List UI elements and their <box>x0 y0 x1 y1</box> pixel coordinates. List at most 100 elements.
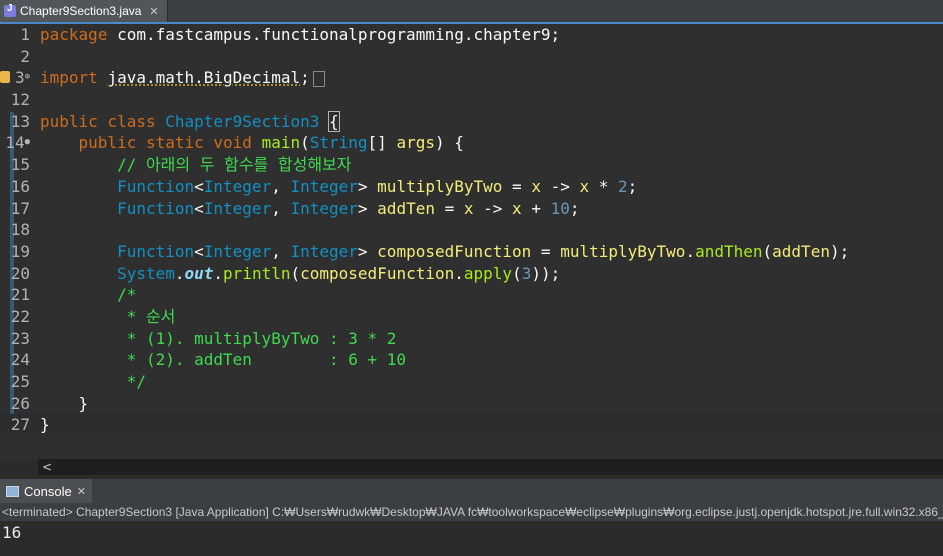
line-number: 3⊕ <box>14 68 30 88</box>
code-token: > <box>357 198 378 218</box>
code-text: import java.math.BigDecimal; <box>40 67 325 89</box>
line-number: 22 <box>10 306 30 326</box>
code-line[interactable]: 3⊕ import java.math.BigDecimal; <box>0 67 943 89</box>
code-line[interactable]: 17 Function<Integer, Integer> addTen = x… <box>0 198 943 220</box>
code-token: Function <box>117 198 195 218</box>
code-text: * (1). multiplyByTwo : 3 * 2 <box>40 328 397 350</box>
code-editor[interactable]: 1 package com.fastcampus.functionalprogra… <box>0 24 943 460</box>
code-text: Function<Integer, Integer> multiplyByTwo… <box>40 176 637 198</box>
code-token: ( <box>512 263 522 283</box>
code-token: < <box>194 241 204 261</box>
code-line[interactable]: 24 * (2). addTen : 6 + 10 <box>0 349 943 371</box>
folded-imports-icon[interactable] <box>312 70 325 87</box>
code-text: } <box>40 393 89 415</box>
code-token: , <box>271 198 291 218</box>
code-line[interactable]: 25 */ <box>0 371 943 393</box>
code-token: . <box>685 241 696 261</box>
code-token: , <box>271 176 291 196</box>
code-line[interactable]: 14● public static void main(String[] arg… <box>0 132 943 154</box>
code-token: println <box>223 263 291 283</box>
code-token: ( <box>300 133 310 153</box>
code-line[interactable]: 23 * (1). multiplyByTwo : 3 * 2 <box>0 328 943 350</box>
code-token: * 순서 <box>117 306 176 326</box>
code-token: multiplyByTwo <box>560 241 686 261</box>
code-token: main <box>261 133 301 153</box>
code-token: . <box>213 263 224 283</box>
code-token: // 아래의 두 함수를 합성해보자 <box>117 155 352 175</box>
code-text: public class Chapter9Section3 { <box>40 110 340 133</box>
code-line[interactable]: 1 package com.fastcampus.functionalprogra… <box>0 24 943 46</box>
code-line[interactable]: 16 Function<Integer, Integer> multiplyBy… <box>0 176 943 198</box>
code-token: -> <box>540 176 580 196</box>
code-text: package com.fastcampus.functionalprogram… <box>40 24 560 46</box>
code-token: . <box>174 263 185 283</box>
code-text: } <box>40 414 50 436</box>
line-number: 24 <box>10 350 30 370</box>
code-line[interactable]: 26 } <box>0 393 943 415</box>
code-token: ); <box>829 241 850 261</box>
code-line[interactable]: 15 // 아래의 두 함수를 합성해보자 <box>0 154 943 176</box>
code-token: addTen <box>772 241 830 261</box>
code-token: * (2). addTen : 6 + 10 <box>117 350 407 370</box>
code-token: Integer <box>290 176 358 196</box>
code-token: -> <box>473 198 513 218</box>
horizontal-scrollbar[interactable]: < <box>38 459 943 475</box>
fold-collapse-icon[interactable]: ● <box>25 137 30 147</box>
code-text: // 아래의 두 함수를 합성해보자 <box>40 154 352 176</box>
code-token: ) { <box>434 133 464 153</box>
line-number: 2 <box>20 46 30 66</box>
code-token: andThen <box>695 241 763 261</box>
line-number: 21 <box>10 285 30 305</box>
code-token: composedFunction <box>377 241 532 261</box>
code-line[interactable]: 13 public class Chapter9Section3 { <box>0 110 943 133</box>
code-line[interactable]: 19 Function<Integer, Integer> composedFu… <box>0 241 943 263</box>
code-token: { <box>328 110 340 132</box>
line-number: 23 <box>10 328 30 348</box>
code-token: 3 <box>521 263 532 283</box>
code-token: > <box>357 241 378 261</box>
code-line[interactable]: 27} <box>0 414 943 437</box>
line-number: 15 <box>10 155 30 175</box>
line-number: 13 <box>10 111 30 131</box>
code-token: System <box>117 263 175 283</box>
code-line[interactable]: 21 /* <box>0 284 943 306</box>
code-token: )); <box>531 263 561 283</box>
code-token: args <box>396 133 435 153</box>
code-line[interactable]: 20 System.out.println(composedFunction.a… <box>0 263 943 285</box>
code-line[interactable]: 12 <box>0 89 943 111</box>
code-line[interactable]: 18 <box>0 219 943 241</box>
code-token: = <box>502 176 532 196</box>
console-status: <terminated> Chapter9Section3 [Java Appl… <box>0 503 943 521</box>
code-token: , <box>271 241 291 261</box>
code-token: public static void <box>78 133 262 153</box>
line-number: 17 <box>10 198 30 218</box>
console-body[interactable]: 16 <box>0 521 943 556</box>
scroll-left-icon[interactable]: < <box>42 459 52 475</box>
console-output: 16 <box>2 523 22 542</box>
tab-console[interactable]: Console ✕ <box>0 479 92 503</box>
line-number: 16 <box>10 176 30 196</box>
close-icon[interactable]: ✕ <box>149 5 158 18</box>
code-token: x <box>531 176 541 196</box>
code-line[interactable]: 2 <box>0 46 943 68</box>
line-number: 20 <box>10 263 30 283</box>
line-number: 14● <box>5 133 30 153</box>
code-token: Integer <box>203 198 272 218</box>
code-text: public static void main(String[] args) { <box>40 132 464 154</box>
tab-chapter9section3-java[interactable]: Chapter9Section3.java ✕ <box>0 0 168 22</box>
code-text: /* <box>40 284 136 306</box>
code-token: import <box>40 68 98 88</box>
close-icon[interactable]: ✕ <box>77 485 86 498</box>
code-token: java.math.BigDecimal <box>107 68 301 88</box>
line-number: 19 <box>10 241 30 261</box>
line-number: 25 <box>10 372 30 391</box>
code-token: ( <box>290 263 301 283</box>
code-lines[interactable]: 1 package com.fastcampus.functionalprogra… <box>0 24 943 437</box>
code-token: 2 <box>618 176 628 196</box>
code-line[interactable]: 22 * 순서 <box>0 306 943 328</box>
fold-expand-icon[interactable]: ⊕ <box>25 72 30 82</box>
